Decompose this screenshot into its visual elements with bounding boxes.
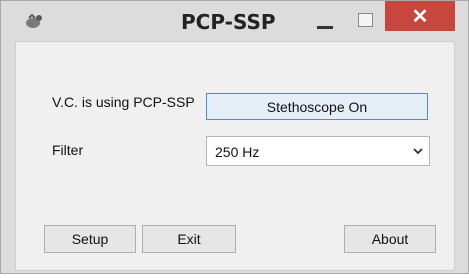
filter-selected-value: 250 Hz bbox=[215, 144, 260, 160]
window-title: PCP-SSP bbox=[181, 10, 276, 34]
close-icon[interactable]: ✕ bbox=[385, 1, 455, 31]
app-window: PCP-SSP ✕ V.C. is using PCP-SSP Stethosc… bbox=[0, 0, 469, 274]
status-label: V.C. is using PCP-SSP bbox=[52, 94, 195, 110]
stethoscope-on-button[interactable]: Stethoscope On bbox=[206, 93, 428, 120]
title-bar[interactable]: PCP-SSP ✕ bbox=[1, 1, 468, 41]
filter-select[interactable]: 250 Hz bbox=[206, 136, 430, 166]
minimize-icon[interactable] bbox=[307, 5, 343, 35]
dialog-body: V.C. is using PCP-SSP Stethoscope On Fil… bbox=[15, 41, 455, 271]
exit-button[interactable]: Exit bbox=[142, 225, 236, 253]
chevron-down-icon[interactable] bbox=[411, 144, 425, 158]
app-icon bbox=[23, 11, 45, 31]
about-button[interactable]: About bbox=[344, 225, 436, 253]
setup-button[interactable]: Setup bbox=[44, 225, 136, 253]
maximize-icon[interactable] bbox=[347, 5, 383, 35]
filter-label: Filter bbox=[52, 142, 84, 158]
